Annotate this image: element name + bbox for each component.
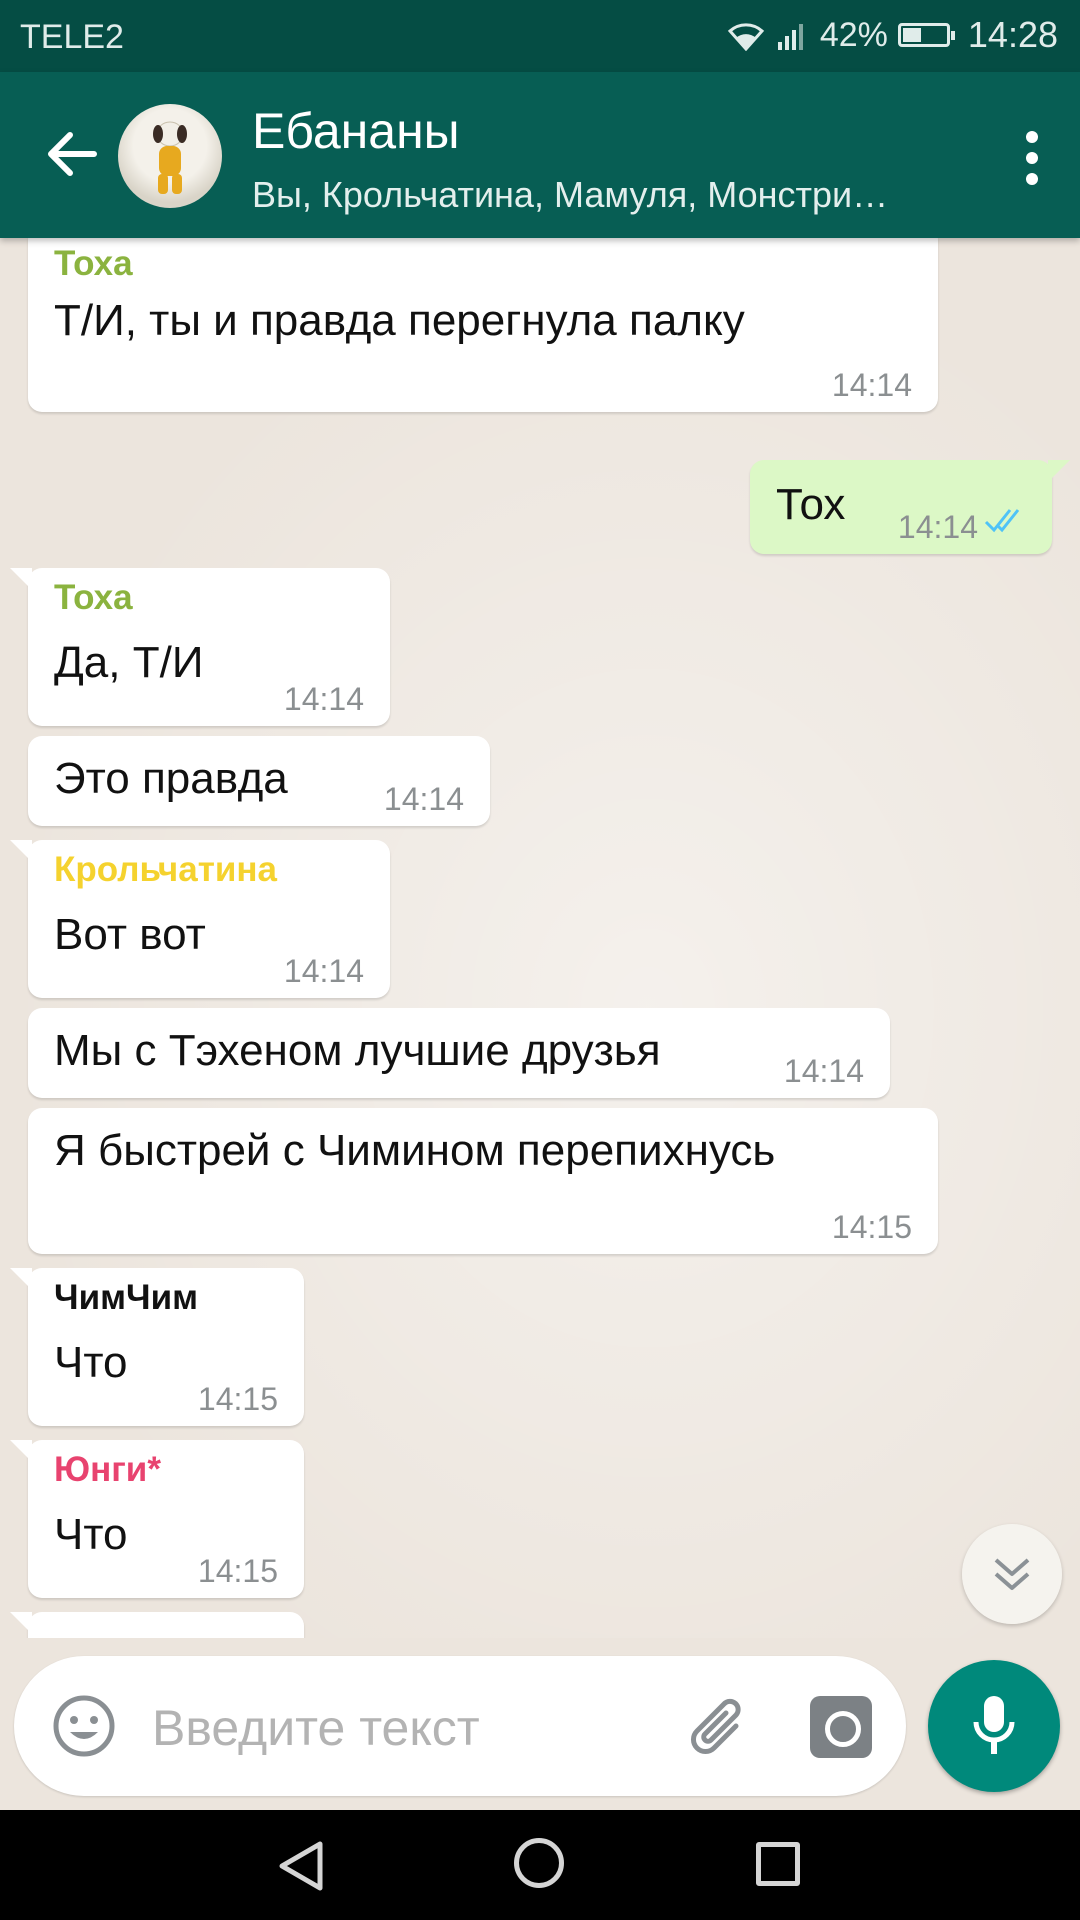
message-bubble[interactable]: ЧимЧим Что 14:15 [10,1268,304,1426]
carrier-label: TELE2 [20,18,124,56]
message-sender: ЧимЧим [54,1278,198,1317]
nav-home-icon[interactable] [514,1838,564,1888]
message-text: Мы с Тэхеном лучшие друзья [54,1026,661,1075]
message-time: 14:15 [197,1381,278,1417]
message-time: 14:15 [831,1209,912,1245]
message-sender: Крольчатина [54,850,277,889]
message-time: 14:14 [283,681,364,717]
message-bubble[interactable]: Тоха Да, Т/И 14:14 [10,568,390,726]
message-bubble[interactable]: Мы с Тэхеном лучшие друзья 14:14 [28,1008,890,1098]
message-text: Тох [776,480,846,529]
back-arrow-icon[interactable] [42,124,102,184]
message-sender: Тоха [54,578,133,617]
message-text: Вот вот [54,910,206,959]
message-bubble-partial[interactable] [10,1612,304,1638]
message-bubble[interactable]: Крольчатина Вот вот 14:14 [10,840,390,998]
message-time: 14:14 [283,953,364,989]
nav-back-icon[interactable] [276,1840,326,1892]
voice-record-button[interactable] [928,1660,1060,1792]
message-text: Что [54,1510,128,1559]
microphone-icon [973,1696,1015,1754]
camera-icon[interactable] [810,1696,872,1758]
more-options-icon[interactable] [1024,130,1040,186]
message-time: 14:14 [897,509,978,545]
battery-fill [902,28,921,42]
message-time: 14:14 [383,781,464,817]
chat-title[interactable]: Ебананы [252,102,460,160]
message-sender: Юнги* [54,1450,161,1489]
chat-header: Ебананы Вы, Крольчатина, Мамуля, Монстри… [0,72,1080,238]
signal-icon [777,24,803,50]
message-input[interactable] [150,1692,674,1764]
message-time: 14:14 [831,367,912,403]
read-receipt-icon [984,509,1020,533]
message-time: 14:15 [197,1553,278,1589]
message-text: Что [54,1338,128,1387]
scroll-to-bottom-button[interactable] [962,1524,1062,1624]
message-time: 14:14 [783,1053,864,1089]
emoji-icon[interactable] [52,1694,116,1758]
message-bubble[interactable]: Юнги* Что 14:15 [10,1440,304,1598]
message-text: Да, Т/И [54,638,204,687]
compose-bar [14,1656,906,1796]
message-bubble[interactable]: Это правда 14:14 [28,736,490,826]
message-text: Я быстрей с Чимином перепихнусь [54,1126,776,1175]
chat-participants[interactable]: Вы, Крольчатина, Мамуля, Монстри… [252,174,888,216]
message-sender: Тоха [54,244,133,283]
plush-toy-image [153,121,187,194]
group-avatar[interactable] [118,104,222,208]
message-bubble-outgoing[interactable]: Тох 14:14 [750,460,1070,554]
system-navigation-bar [0,1810,1080,1920]
wifi-icon [727,23,764,51]
battery-percent: 42% [819,15,888,54]
message-text: Это правда [54,754,288,803]
status-bar: TELE2 42% 14:28 [0,0,1080,72]
paperclip-icon[interactable] [684,1692,754,1762]
double-chevron-down-icon [994,1558,1030,1590]
status-right: 42% 14:28 [726,14,1058,56]
status-clock: 14:28 [967,14,1058,55]
message-text: Т/И, ты и правда перегнула палку [54,296,745,345]
message-bubble[interactable]: Тоха Т/И, ты и правда перегнула палку 14… [28,238,938,412]
battery-icon [897,23,955,47]
nav-recents-icon[interactable] [756,1842,800,1886]
message-list[interactable]: Тоха Т/И, ты и правда перегнула палку 14… [0,238,1080,1638]
message-bubble[interactable]: Я быстрей с Чимином перепихнусь 14:15 [28,1108,938,1254]
